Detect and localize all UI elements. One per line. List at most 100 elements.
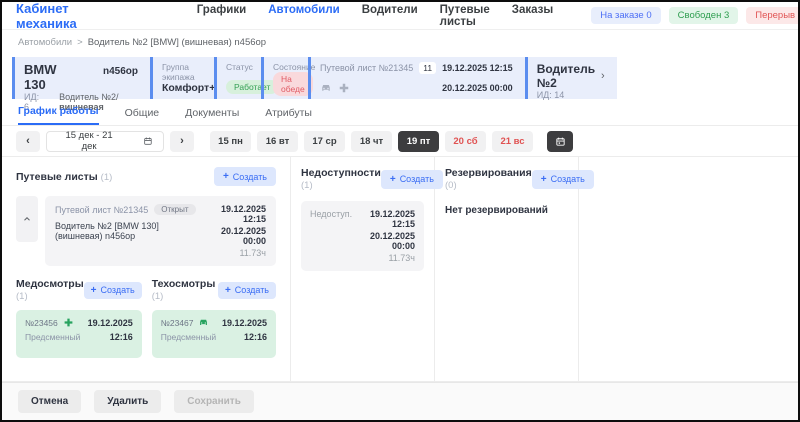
empty-panel — [579, 157, 798, 381]
waybills-column: Путевые листы (1) +Создать Путевой лист … — [2, 157, 291, 381]
main-nav: Графики Автомобили Водители Путевые лист… — [197, 4, 554, 28]
state-card: Состояние На обеде — [261, 57, 308, 99]
nav-vehicles[interactable]: Автомобили — [268, 4, 340, 28]
med-time: 12:16 — [110, 332, 133, 342]
waybill-summary-card[interactable]: Путевой лист №21345 11 19.12.2025 12:15 … — [308, 57, 525, 99]
unavailability-count: (1) — [301, 180, 313, 191]
nav-orders[interactable]: Заказы — [512, 4, 553, 28]
create-unavailability-button[interactable]: +Создать — [381, 170, 443, 189]
top-bar: Кабинет механика Графики Автомобили Води… — [2, 2, 798, 30]
car-icon — [198, 317, 209, 328]
crew-group-value: Комфорт+ — [162, 82, 202, 94]
nav-drivers[interactable]: Водители — [362, 4, 418, 28]
unavailability-card[interactable]: Недоступ... 19.12.2025 12:15 20.12.2025 … — [301, 201, 424, 271]
tab-documents[interactable]: Документы — [185, 107, 239, 125]
breadcrumb-root[interactable]: Автомобили — [18, 37, 72, 48]
delete-button[interactable]: Удалить — [94, 390, 161, 413]
day-button-fri-selected[interactable]: 19 пт — [398, 131, 439, 152]
reservations-title: Резервирования (0) — [445, 167, 532, 191]
waybill-card-title: Путевой лист №21345 — [55, 205, 148, 215]
nav-waybills[interactable]: Путевые листы — [440, 4, 490, 28]
tech-count: (1) — [152, 291, 164, 302]
calendar-icon — [143, 136, 153, 146]
waybill-card-end: 20.12.2025 00:00 — [208, 226, 266, 246]
open-calendar-button[interactable] — [547, 131, 573, 152]
medical-cross-icon — [338, 82, 350, 94]
unavailability-column: Недоступности (1) +Создать Недоступ... 1… — [291, 157, 435, 381]
tab-work-schedule[interactable]: График работы — [18, 105, 99, 125]
vehicle-card[interactable]: BMW 130 n456ор ИД: 6 Водитель №2/вишнева… — [12, 57, 150, 99]
date-navigation: ‹ 15 дек - 21 дек › 15 пн 16 вт 17 ср 18… — [2, 126, 798, 156]
car-icon — [320, 82, 332, 94]
create-waybill-button[interactable]: +Создать — [214, 167, 276, 186]
waybill-status-badge: Открыт — [154, 204, 195, 215]
med-inspection-card[interactable]: №23456 19.12.2025 Предсменный 12:16 — [16, 310, 142, 358]
main-content: Путевые листы (1) +Создать Путевой лист … — [2, 156, 798, 382]
tech-inspections-section: Техосмотры (1) +Создать №23467 19.12.202… — [152, 278, 276, 358]
waybill-count-badge: 11 — [419, 62, 436, 74]
collapse-waybill-button[interactable] — [16, 196, 38, 242]
entity-summary: BMW 130 n456ор ИД: 6 Водитель №2/вишнева… — [2, 54, 798, 102]
unavailability-duration: 11.73ч — [352, 253, 415, 263]
waybill-title: Путевой лист №21345 — [320, 63, 413, 73]
med-count: (1) — [16, 291, 28, 302]
day-button-thu[interactable]: 18 чт — [351, 131, 392, 152]
next-week-button[interactable]: › — [170, 131, 194, 152]
unavailability-start: 19.12.2025 12:15 — [352, 209, 415, 229]
badge-free[interactable]: Свободен 3 — [669, 7, 739, 24]
day-button-sat[interactable]: 20 сб — [445, 131, 486, 152]
status-badges: На заказе 0 Свободен 3 Перерыв 1 — [591, 7, 800, 24]
badge-break[interactable]: Перерыв 1 — [746, 7, 800, 24]
create-med-button[interactable]: +Создать — [84, 282, 142, 299]
breadcrumb-separator: > — [77, 37, 83, 48]
crew-group-label: Группа экипажа — [162, 62, 202, 82]
reservations-empty-text: Нет резервирований — [445, 205, 568, 216]
tech-number: №23467 — [161, 317, 210, 328]
tech-date: 19.12.2025 — [222, 318, 267, 328]
breadcrumb: Автомобили > Водитель №2 [BMW] (вишневая… — [2, 30, 798, 54]
tab-general[interactable]: Общие — [125, 107, 160, 125]
tab-attributes[interactable]: Атрибуты — [265, 107, 312, 125]
unavailability-card-title: Недоступ... — [310, 209, 352, 263]
tech-type: Предсменный — [161, 332, 216, 342]
driver-card[interactable]: Водитель №2 › ИД: 14 — [525, 57, 617, 99]
state-value-badge: На обеде — [273, 72, 313, 96]
med-inspections-section: Медосмотры (1) +Создать №23456 19.12.202… — [16, 278, 142, 358]
cancel-button[interactable]: Отмена — [18, 390, 81, 413]
app-title: Кабинет механика — [16, 1, 77, 31]
status-card: Статус Работает — [214, 57, 261, 99]
prev-week-button[interactable]: ‹ — [16, 131, 40, 152]
reservations-column: Резервирования (0) +Создать Нет резервир… — [435, 157, 579, 381]
med-number: №23456 — [25, 317, 74, 328]
badge-on-order[interactable]: На заказе 0 — [591, 7, 660, 24]
waybill-card-start: 19.12.2025 12:15 — [208, 204, 266, 224]
plus-icon: + — [223, 171, 229, 182]
vehicle-model: BMW 130 — [24, 62, 77, 92]
create-tech-button[interactable]: +Создать — [218, 282, 276, 299]
breadcrumb-current: Водитель №2 [BMW] (вишневая) n456ор — [88, 37, 266, 48]
day-button-sun[interactable]: 21 вс — [492, 131, 533, 152]
date-range-button[interactable]: 15 дек - 21 дек — [46, 131, 164, 152]
unavailability-title: Недоступности (1) — [301, 167, 381, 191]
waybill-card[interactable]: Путевой лист №21345 Открыт Водитель №2 [… — [45, 196, 276, 266]
waybills-title: Путевые листы (1) — [16, 171, 112, 183]
plus-icon: + — [91, 285, 97, 296]
day-button-wed[interactable]: 17 ср — [304, 131, 345, 152]
waybill-card-duration: 11.73ч — [208, 248, 266, 258]
driver-id: ИД: 14 — [537, 90, 605, 100]
nav-graphs[interactable]: Графики — [197, 4, 246, 28]
calendar-day-icon — [555, 136, 566, 147]
footer-actions: Отмена Удалить Сохранить — [2, 382, 798, 420]
vehicle-plate: n456ор — [103, 66, 138, 77]
day-button-mon[interactable]: 15 пн — [210, 131, 251, 152]
med-type: Предсменный — [25, 332, 80, 342]
tech-inspection-card[interactable]: №23467 19.12.2025 Предсменный 12:16 — [152, 310, 276, 358]
plus-icon: + — [390, 174, 396, 185]
state-label: Состояние — [273, 62, 296, 72]
waybill-card-subtitle: Водитель №2 [BMW 130] (вишневая) n456ор — [55, 221, 208, 241]
medical-cross-icon — [63, 317, 74, 328]
save-button[interactable]: Сохранить — [174, 390, 254, 413]
date-range-label: 15 дек - 21 дек — [57, 130, 121, 152]
tech-title: Техосмотры (1) — [152, 278, 218, 302]
day-button-tue[interactable]: 16 вт — [257, 131, 298, 152]
